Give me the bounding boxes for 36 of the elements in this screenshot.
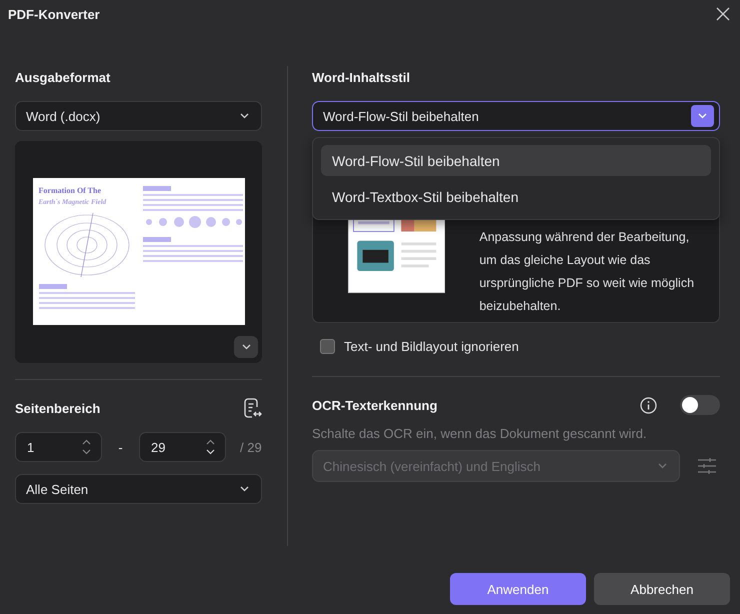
page-mode-select[interactable]: Alle Seiten (15, 474, 262, 504)
description-text: Anpassung während der Bearbeitung, um das gleiche Layout wie das ursprüngliche PDF so weit wie möglich beizubehalten. (479, 229, 696, 315)
page-total: / 29 (240, 440, 262, 454)
expand-button[interactable] (234, 336, 258, 358)
page-swap-icon[interactable] (244, 398, 262, 418)
apply-button[interactable]: Anwenden (450, 573, 586, 605)
section-heading: Ausgabeformat (15, 70, 110, 84)
dropdown-option[interactable]: Word-Textbox-Stil beibehalten (321, 181, 711, 212)
page-to-field[interactable]: 29 (139, 432, 226, 462)
section-heading: Seitenbereich (15, 400, 100, 416)
document-tag (142, 186, 170, 191)
window-title: PDF-Konverter (8, 6, 100, 22)
ocr-hint: Schalte das OCR ein, wenn das Dokument gescannt wird. (312, 426, 648, 441)
document-title: Formation Of The (38, 186, 102, 195)
language-select: Chinesisch (vereinfacht) und Englisch (312, 450, 680, 482)
page-from-field[interactable]: 1 (15, 432, 102, 462)
settings-icon[interactable] (698, 458, 716, 474)
format-select[interactable]: Word (.docx) (15, 101, 262, 131)
checkbox-label: Text- und Bildlayout ignorieren (344, 339, 519, 354)
stepper-icon[interactable] (206, 439, 215, 455)
dropdown-toggle-icon[interactable] (691, 105, 714, 127)
info-icon[interactable] (640, 396, 657, 414)
document-tag (38, 284, 66, 289)
cancel-button[interactable]: Abbrechen (594, 573, 730, 605)
content-style-select[interactable]: Word-Flow-Stil beibehalten (312, 101, 720, 131)
range-separator: - (117, 440, 124, 454)
chevron-icon (658, 463, 667, 469)
close-icon[interactable] (716, 7, 730, 21)
chevron-icon (240, 486, 249, 492)
section-heading: OCR-Texterkennung (312, 398, 438, 412)
document-tag (142, 237, 170, 242)
checkbox[interactable] (320, 339, 335, 354)
chevron-icon (242, 344, 250, 350)
section-heading: Word-Inhaltsstil (312, 70, 410, 84)
chevron-icon (240, 113, 249, 119)
dropdown-option[interactable]: Word-Flow-Stil beibehalten (321, 145, 711, 176)
